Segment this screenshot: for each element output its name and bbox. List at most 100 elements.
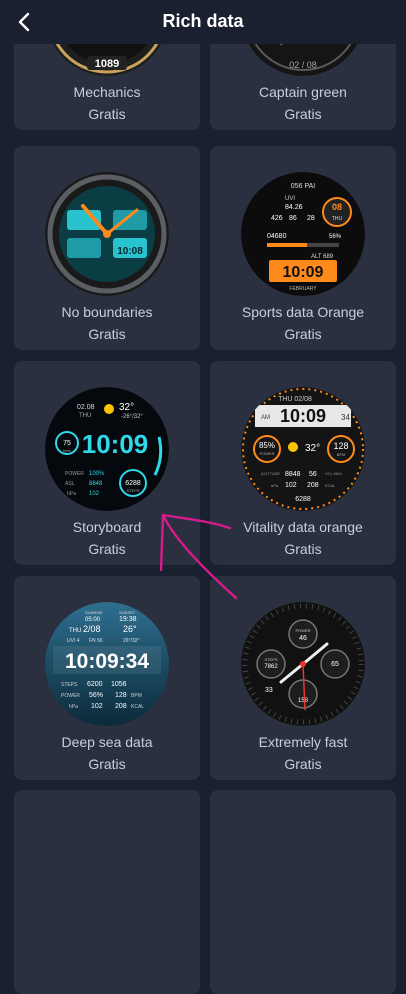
svg-text:THU: THU <box>332 216 343 222</box>
svg-text:56: 56 <box>309 471 317 478</box>
svg-text:208: 208 <box>307 482 319 489</box>
svg-text:POWER: POWER <box>61 693 80 699</box>
watchface-card[interactable] <box>14 790 200 994</box>
card-price: Gratis <box>284 756 322 772</box>
face-steps-text: 7862 <box>264 664 278 670</box>
svg-text:THU: THU <box>79 413 91 419</box>
card-name: Extremely fast <box>258 734 348 750</box>
svg-text:BPM: BPM <box>131 693 142 699</box>
card-name: Vitality data orange <box>243 519 363 535</box>
svg-text:08: 08 <box>332 202 342 212</box>
face-date-text: 02 / 08 <box>289 60 317 70</box>
svg-text:hPa: hPa <box>271 483 279 488</box>
svg-text:28: 28 <box>307 215 315 222</box>
watchface-card[interactable]: POWER 46 STEPS 7862 65 158 33 Extremely … <box>210 576 396 780</box>
svg-text:bpm: bpm <box>63 448 71 453</box>
svg-text:33: 33 <box>265 687 273 694</box>
svg-text:102: 102 <box>285 482 297 489</box>
svg-text:8848: 8848 <box>285 471 301 478</box>
watchface-preview: SUNRISE SUNSET 05:00 19:38 THU 2/08 26° … <box>45 602 169 726</box>
svg-text:84.26: 84.26 <box>285 204 303 211</box>
card-name: Storyboard <box>72 519 142 535</box>
card-name: Captain green <box>259 84 347 100</box>
svg-text:8848: 8848 <box>89 481 103 487</box>
watchface-grid: 1089 Mechanics Gratis 02 / 08 Captain gr… <box>0 0 406 994</box>
svg-text:ALT 689: ALT 689 <box>311 254 334 260</box>
svg-text:19:38: 19:38 <box>119 616 137 623</box>
svg-text:POWER: POWER <box>65 471 84 477</box>
card-name: Mechanics <box>73 84 141 100</box>
svg-text:STEPS: STEPS <box>126 488 139 493</box>
svg-text:SUNRISE: SUNRISE <box>85 610 103 615</box>
card-name: Deep sea data <box>61 734 153 750</box>
svg-text:128: 128 <box>115 692 127 699</box>
face-time-text: 10:09 <box>82 429 149 459</box>
svg-text:6288: 6288 <box>125 480 141 487</box>
watchface-card[interactable]: THU 02/08 AM 10:09 34 85% POWER 32° 128 … <box>210 361 396 565</box>
card-price: Gratis <box>284 106 322 122</box>
svg-text:ALTITUDE: ALTITUDE <box>261 471 280 476</box>
watchface-card[interactable]: 10:08 No boundaries Gratis <box>14 146 200 350</box>
page-title: Rich data <box>162 11 244 31</box>
svg-text:208: 208 <box>115 703 127 710</box>
face-time-text: 10:09 <box>280 406 326 426</box>
svg-text:86: 86 <box>289 215 297 222</box>
svg-text:-26°/32°: -26°/32° <box>121 414 143 420</box>
svg-text:85%: 85% <box>259 441 275 450</box>
svg-text:AM: AM <box>261 415 270 421</box>
svg-text:THU 02/08: THU 02/08 <box>278 396 312 403</box>
svg-text:UVI 4: UVI 4 <box>67 638 80 644</box>
svg-text:FN 56: FN 56 <box>89 638 103 644</box>
svg-text:KCAL: KCAL <box>325 483 336 488</box>
card-name: Sports data Orange <box>241 304 365 320</box>
svg-text:POWER: POWER <box>259 451 274 456</box>
svg-text:32°: 32° <box>119 402 134 413</box>
svg-text:UVI: UVI <box>285 196 295 202</box>
top-bar: Rich data <box>0 0 406 44</box>
card-price: Gratis <box>88 541 126 557</box>
svg-text:2/08: 2/08 <box>83 624 101 634</box>
svg-text:26°: 26° <box>123 624 137 634</box>
face-steps-text: 1089 <box>95 58 119 70</box>
watchface-preview: POWER 46 STEPS 7862 65 158 33 <box>241 602 365 726</box>
svg-text:158: 158 <box>298 698 309 704</box>
watchface-card[interactable]: SUNRISE SUNSET 05:00 19:38 THU 2/08 26° … <box>14 576 200 780</box>
watchface-card[interactable]: 056 PAI UVI 84.26 426 86 28 08 THU 04680… <box>210 146 396 350</box>
svg-text:hPa: hPa <box>69 704 78 710</box>
card-price: Gratis <box>88 756 126 772</box>
svg-text:34: 34 <box>341 413 350 422</box>
svg-text:426: 426 <box>271 215 283 222</box>
svg-text:65: 65 <box>331 661 339 668</box>
svg-text:102: 102 <box>91 703 103 710</box>
svg-text:128: 128 <box>333 441 348 451</box>
watchface-card[interactable]: 02.08 THU 32° -26°/32° 75 bpm 10:09 POWE… <box>14 361 200 565</box>
face-time-text: 10:08 <box>117 246 143 257</box>
svg-text:BPM: BPM <box>337 452 346 457</box>
svg-text:100%: 100% <box>89 471 105 477</box>
card-price: Gratis <box>88 106 126 122</box>
card-price: Gratis <box>284 541 322 557</box>
svg-text:STEPS: STEPS <box>264 657 277 662</box>
svg-text:6200: 6200 <box>87 681 103 688</box>
svg-text:26°/32°: 26°/32° <box>123 638 140 644</box>
svg-text:KCAL: KCAL <box>131 704 144 710</box>
svg-text:FEBRUARY: FEBRUARY <box>289 286 317 292</box>
svg-text:VO₂ MAX: VO₂ MAX <box>325 471 342 476</box>
svg-text:02.08: 02.08 <box>77 404 95 411</box>
watchface-preview: 02.08 THU 32° -26°/32° 75 bpm 10:09 POWE… <box>45 387 169 511</box>
svg-text:SUNSET: SUNSET <box>119 610 136 615</box>
svg-text:1056: 1056 <box>111 681 127 688</box>
svg-text:56%: 56% <box>329 234 342 240</box>
svg-text:STEPS: STEPS <box>61 682 78 688</box>
svg-text:102: 102 <box>89 491 100 497</box>
svg-text:POWER: POWER <box>295 628 310 633</box>
card-price: Gratis <box>284 326 322 342</box>
watchface-preview: 10:08 <box>45 172 169 296</box>
svg-text:6288: 6288 <box>295 496 311 503</box>
svg-text:75: 75 <box>63 440 71 447</box>
svg-text:56%: 56% <box>89 692 103 699</box>
card-name: No boundaries <box>61 304 153 320</box>
watchface-card[interactable] <box>210 790 396 994</box>
svg-text:04680: 04680 <box>267 233 287 240</box>
watchface-preview: 056 PAI UVI 84.26 426 86 28 08 THU 04680… <box>241 172 365 296</box>
